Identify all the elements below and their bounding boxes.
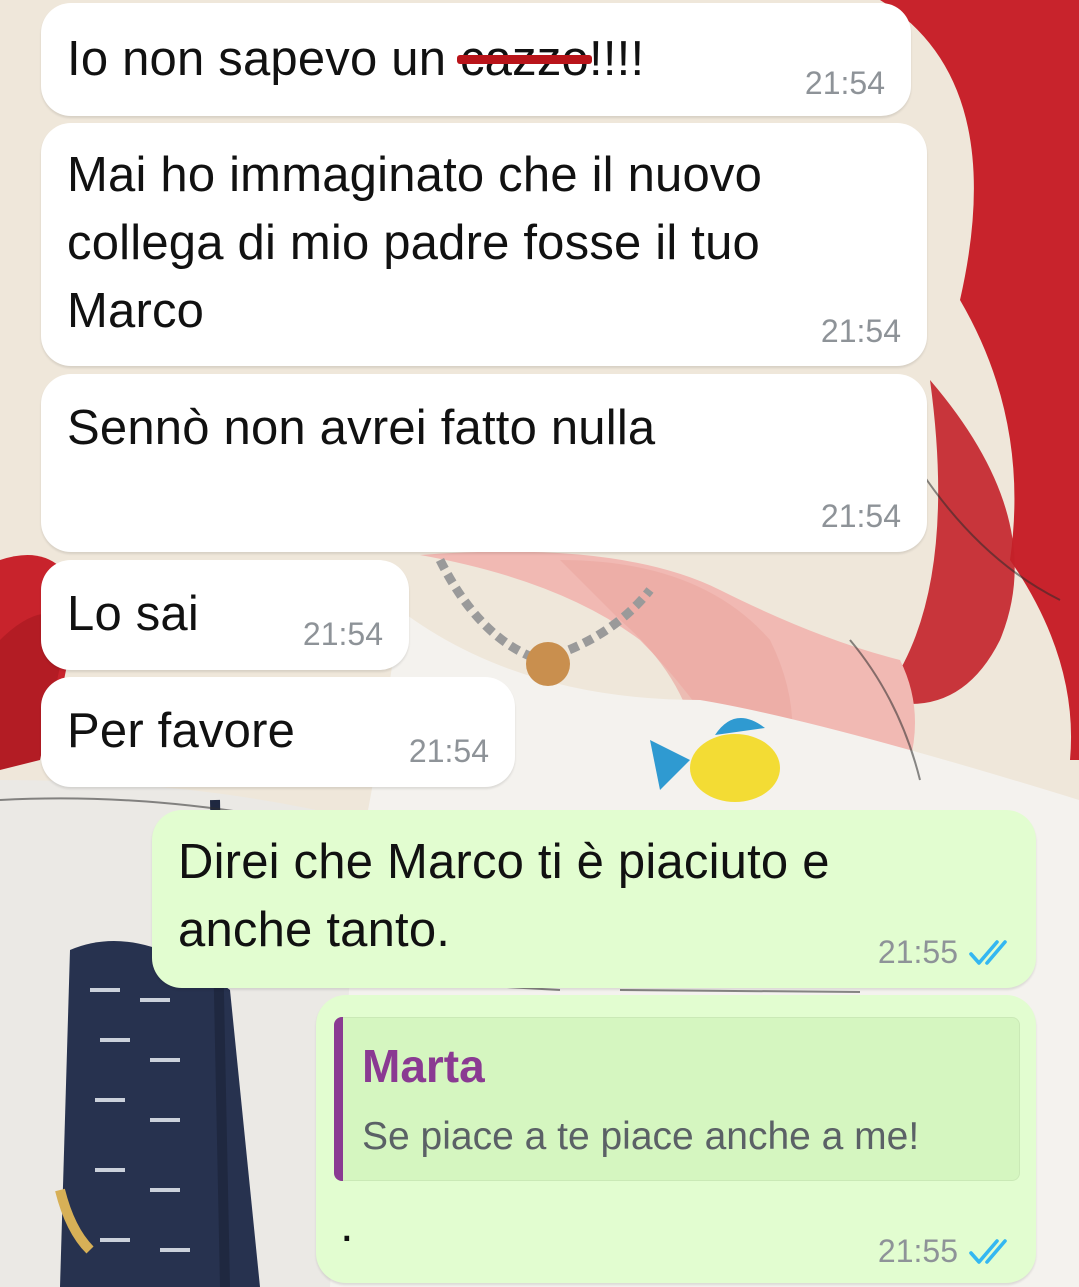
- message-bubble-incoming[interactable]: Sennò non avrei fatto nulla 21:54: [41, 374, 927, 552]
- message-text: Sennò non avrei fatto nulla: [67, 401, 656, 455]
- quote-accent-bar: [334, 1017, 343, 1181]
- message-timestamp: 21:54: [302, 616, 383, 652]
- double-check-icon: [969, 940, 1007, 965]
- message-bubble-outgoing-reply[interactable]: Marta Se piace a te piace anche a me! . …: [316, 995, 1036, 1283]
- message-bubble-incoming[interactable]: Io non sapevo un cazzo!!!! 21:54: [41, 3, 911, 116]
- message-text: .: [340, 1198, 354, 1252]
- quoted-message[interactable]: Marta Se piace a te piace anche a me!: [334, 1017, 1020, 1181]
- message-timestamp: 21:54: [804, 65, 885, 101]
- message-timestamp: 21:54: [820, 313, 901, 349]
- message-bubble-incoming[interactable]: Per favore 21:54: [41, 677, 515, 787]
- message-bubble-incoming[interactable]: Mai ho immaginato che il nuovo collega d…: [41, 123, 927, 366]
- quote-text: Se piace a te piace anche a me!: [362, 1115, 920, 1158]
- message-text-line: anche tanto.: [178, 903, 451, 957]
- message-timestamp: 21:54: [408, 733, 489, 769]
- message-text-line: Mai ho immaginato che il nuovo: [67, 148, 763, 202]
- message-bubble-incoming[interactable]: Lo sai 21:54: [41, 560, 409, 670]
- message-text: Lo sai: [67, 587, 199, 641]
- message-bubble-outgoing[interactable]: Direi che Marco ti è piaciuto e anche ta…: [152, 810, 1036, 988]
- censored-word: cazzo: [456, 25, 593, 93]
- quote-author: Marta: [362, 1040, 485, 1092]
- message-text-line: Marco: [67, 284, 205, 338]
- message-text-line: Direi che Marco ti è piaciuto e: [178, 835, 830, 889]
- double-check-icon: [969, 1239, 1007, 1264]
- message-timestamp: 21:54: [820, 498, 901, 534]
- message-text-line: collega di mio padre fosse il tuo: [67, 216, 760, 270]
- message-timestamp: 21:55: [877, 1233, 958, 1269]
- message-timestamp: 21:55: [877, 934, 958, 970]
- message-text: Io non sapevo un cazzo!!!!: [67, 25, 644, 93]
- message-text: Per favore: [67, 704, 296, 758]
